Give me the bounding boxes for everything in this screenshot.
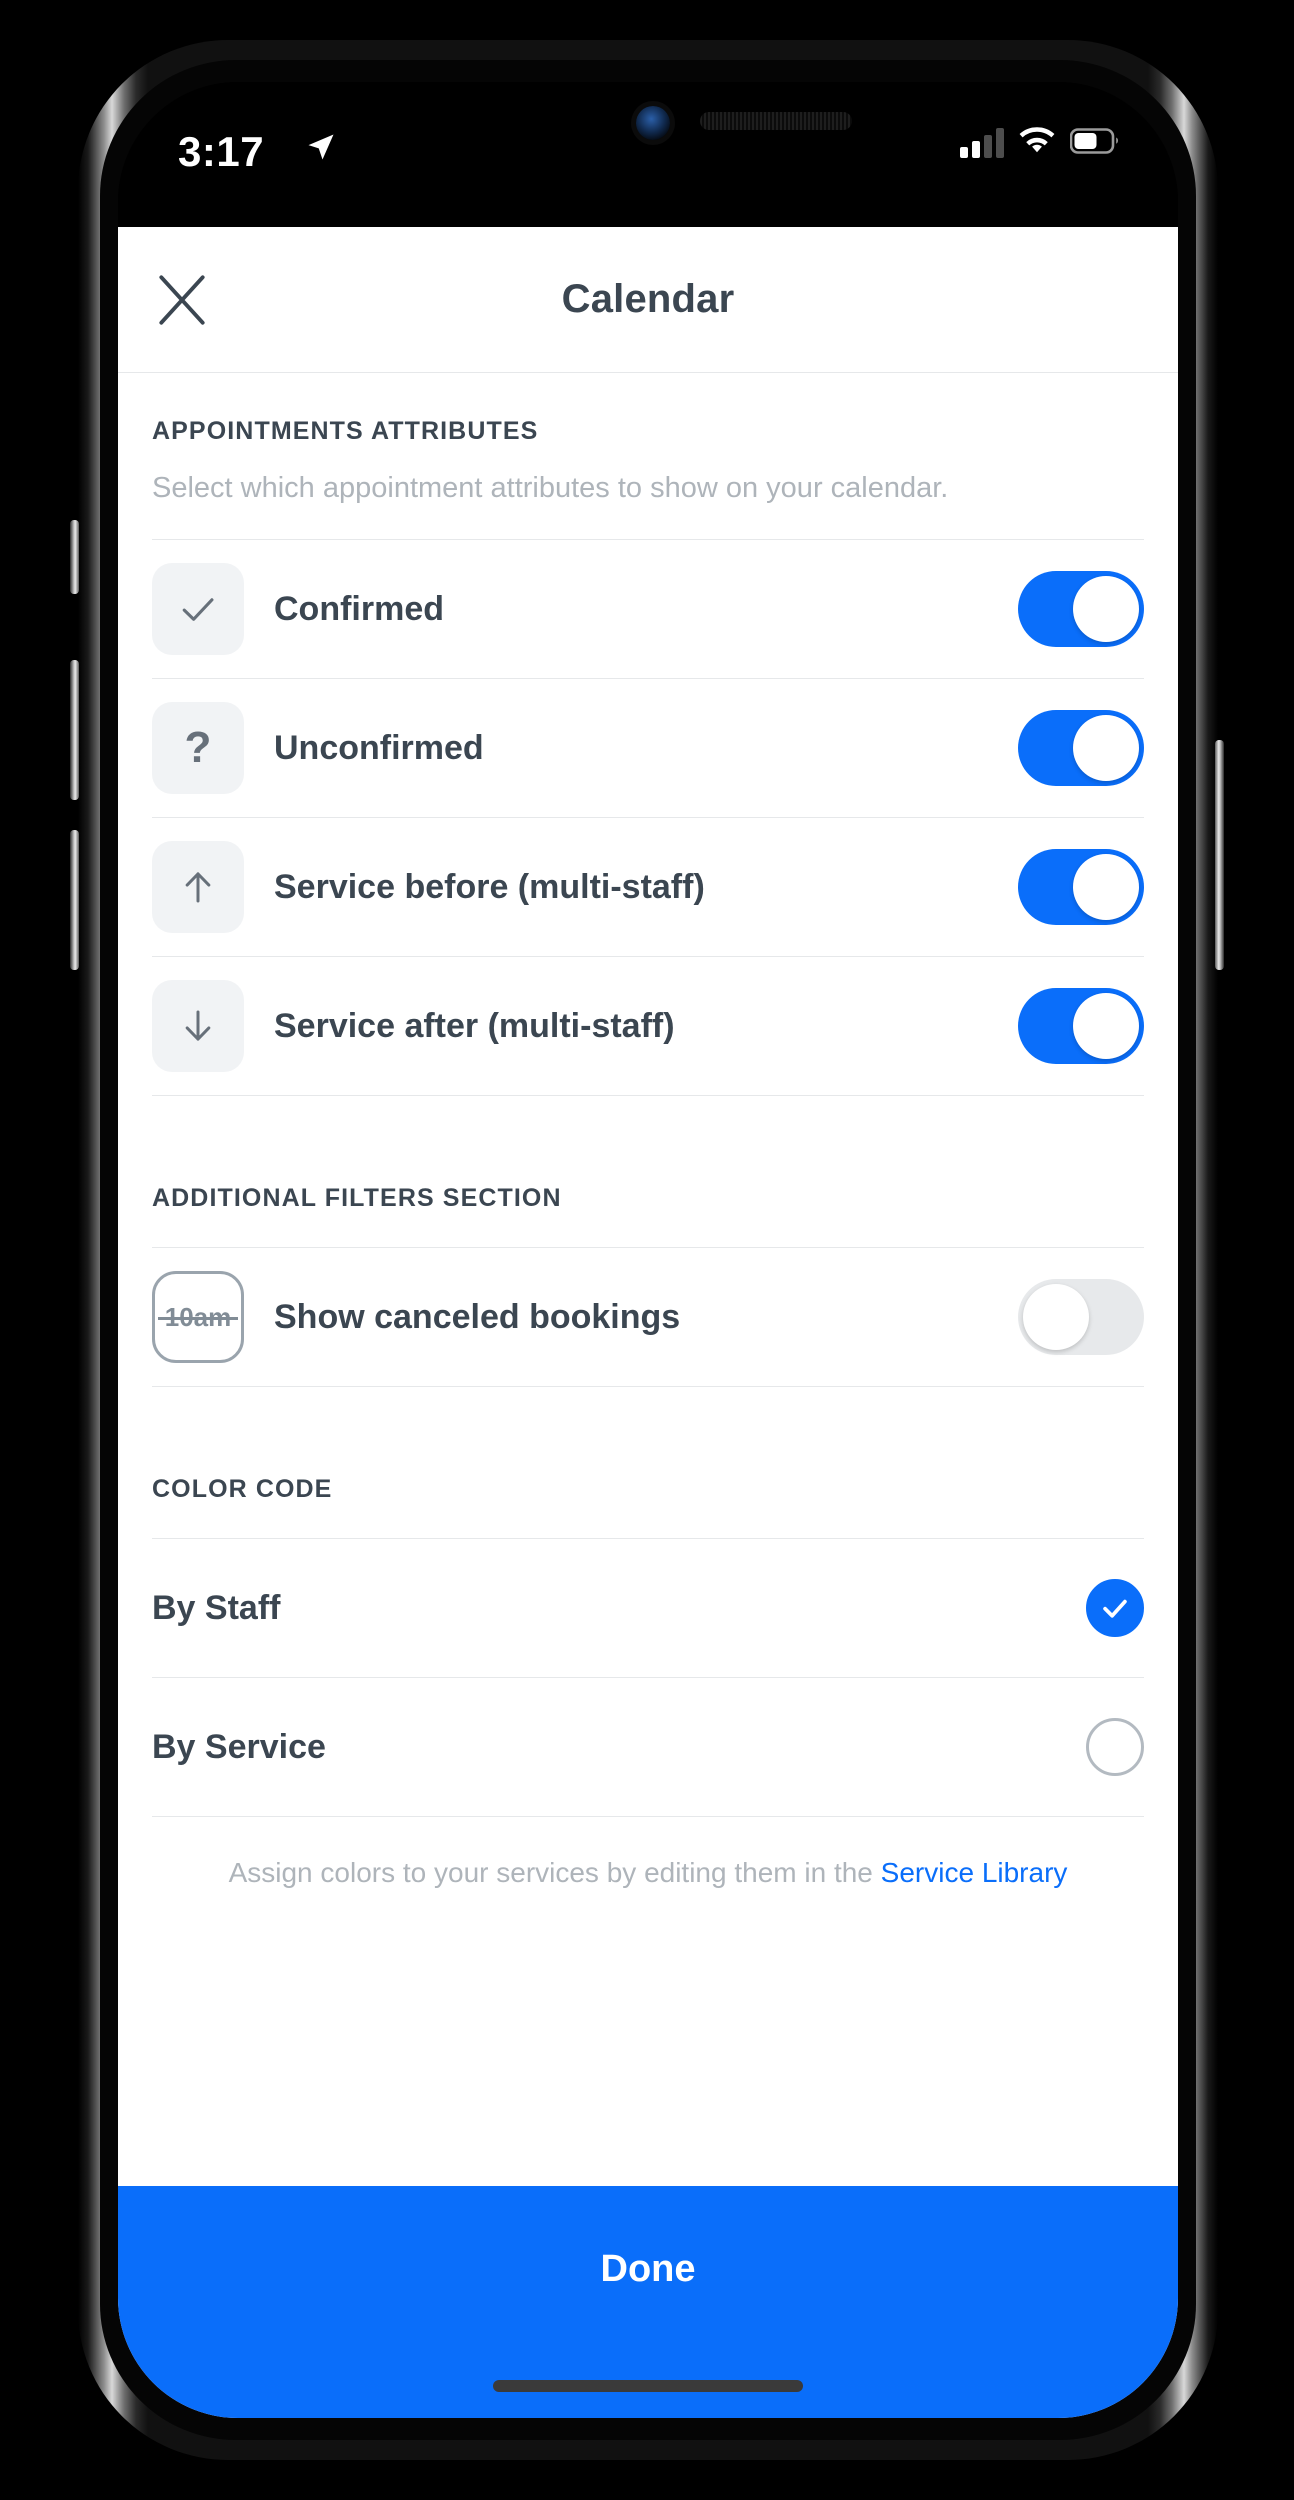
earpiece-speaker: [700, 112, 852, 130]
toggle-confirmed[interactable]: [1018, 571, 1144, 648]
notch: [438, 82, 858, 156]
color-option-by-staff[interactable]: By Staff: [152, 1539, 1144, 1677]
sheet-body: APPOINTMENTS ATTRIBUTES Select which app…: [118, 373, 1178, 2186]
radio-by-staff[interactable]: [1086, 1579, 1144, 1638]
home-indicator[interactable]: [493, 2380, 803, 2392]
setting-label: Service after (multi-staff): [274, 1006, 675, 1045]
toggle-service-after[interactable]: [1018, 988, 1144, 1065]
setting-row-confirmed[interactable]: Confirmed: [152, 540, 1144, 678]
status-bar-time: 3:17: [178, 128, 265, 175]
color-option-by-service[interactable]: By Service: [152, 1678, 1144, 1816]
footnote-text: Assign colors to your services by editin…: [228, 1857, 881, 1889]
color-code-section-title: COLOR CODE: [152, 1475, 333, 1504]
front-camera-icon: [636, 106, 670, 140]
arrow-up-icon: [152, 841, 244, 934]
color-option-label: By Service: [152, 1727, 326, 1766]
toggle-service-before[interactable]: [1018, 849, 1144, 926]
volume-up-button[interactable]: [70, 660, 79, 800]
cellular-signal-icon: [960, 128, 1004, 158]
setting-row-show-canceled-bookings[interactable]: 10am Show canceled bookings: [152, 1248, 1144, 1386]
calendar-settings-sheet: Calendar APPOINTMENTS ATTRIBUTES Select …: [118, 227, 1178, 2418]
screenshot-stage: 3:17 Calendar APPOINTMENTS ATTRIBUTES Se…: [0, 0, 1294, 2500]
setting-row-service-before[interactable]: Service before (multi-staff): [152, 818, 1144, 956]
close-x-icon[interactable]: [144, 262, 220, 338]
toggle-unconfirmed[interactable]: [1018, 710, 1144, 787]
radio-by-service[interactable]: [1086, 1718, 1144, 1777]
wifi-icon: [1018, 126, 1056, 160]
setting-label: Unconfirmed: [274, 728, 484, 767]
appointments-section-description: Select which appointment attributes to s…: [152, 472, 949, 504]
canceled-time-icon: 10am: [152, 1271, 244, 1364]
done-button-label: Done: [600, 2248, 696, 2290]
setting-row-unconfirmed[interactable]: ? Unconfirmed: [152, 679, 1144, 817]
power-button[interactable]: [1215, 740, 1224, 970]
setting-label: Show canceled bookings: [274, 1297, 681, 1336]
toggle-show-canceled-bookings[interactable]: [1018, 1279, 1144, 1356]
setting-row-service-after[interactable]: Service after (multi-staff): [152, 957, 1144, 1095]
canceled-time-label: 10am: [157, 1302, 238, 1333]
phone-screen: 3:17 Calendar APPOINTMENTS ATTRIBUTES Se…: [118, 82, 1178, 2418]
setting-label: Confirmed: [274, 589, 444, 628]
setting-label: Service before (multi-staff): [274, 867, 705, 906]
status-bar: 3:17: [118, 82, 1178, 227]
page-title: Calendar: [561, 277, 735, 321]
appointments-section-title: APPOINTMENTS ATTRIBUTES: [152, 417, 539, 445]
battery-icon: [1069, 127, 1120, 159]
silent-switch-button[interactable]: [70, 520, 79, 594]
question-mark-icon: ?: [152, 702, 244, 795]
checkmark-icon: [152, 563, 244, 656]
location-arrow-icon: [306, 132, 336, 167]
color-code-footnote: Assign colors to your services by editin…: [152, 1817, 1144, 1894]
status-bar-indicators: [960, 126, 1120, 160]
volume-down-button[interactable]: [70, 830, 79, 970]
arrow-down-icon: [152, 980, 244, 1073]
service-library-link[interactable]: Service Library: [881, 1857, 1068, 1888]
color-option-label: By Staff: [152, 1588, 281, 1627]
filters-section-title: ADDITIONAL FILTERS SECTION: [152, 1184, 562, 1213]
sheet-header: Calendar: [118, 227, 1178, 373]
